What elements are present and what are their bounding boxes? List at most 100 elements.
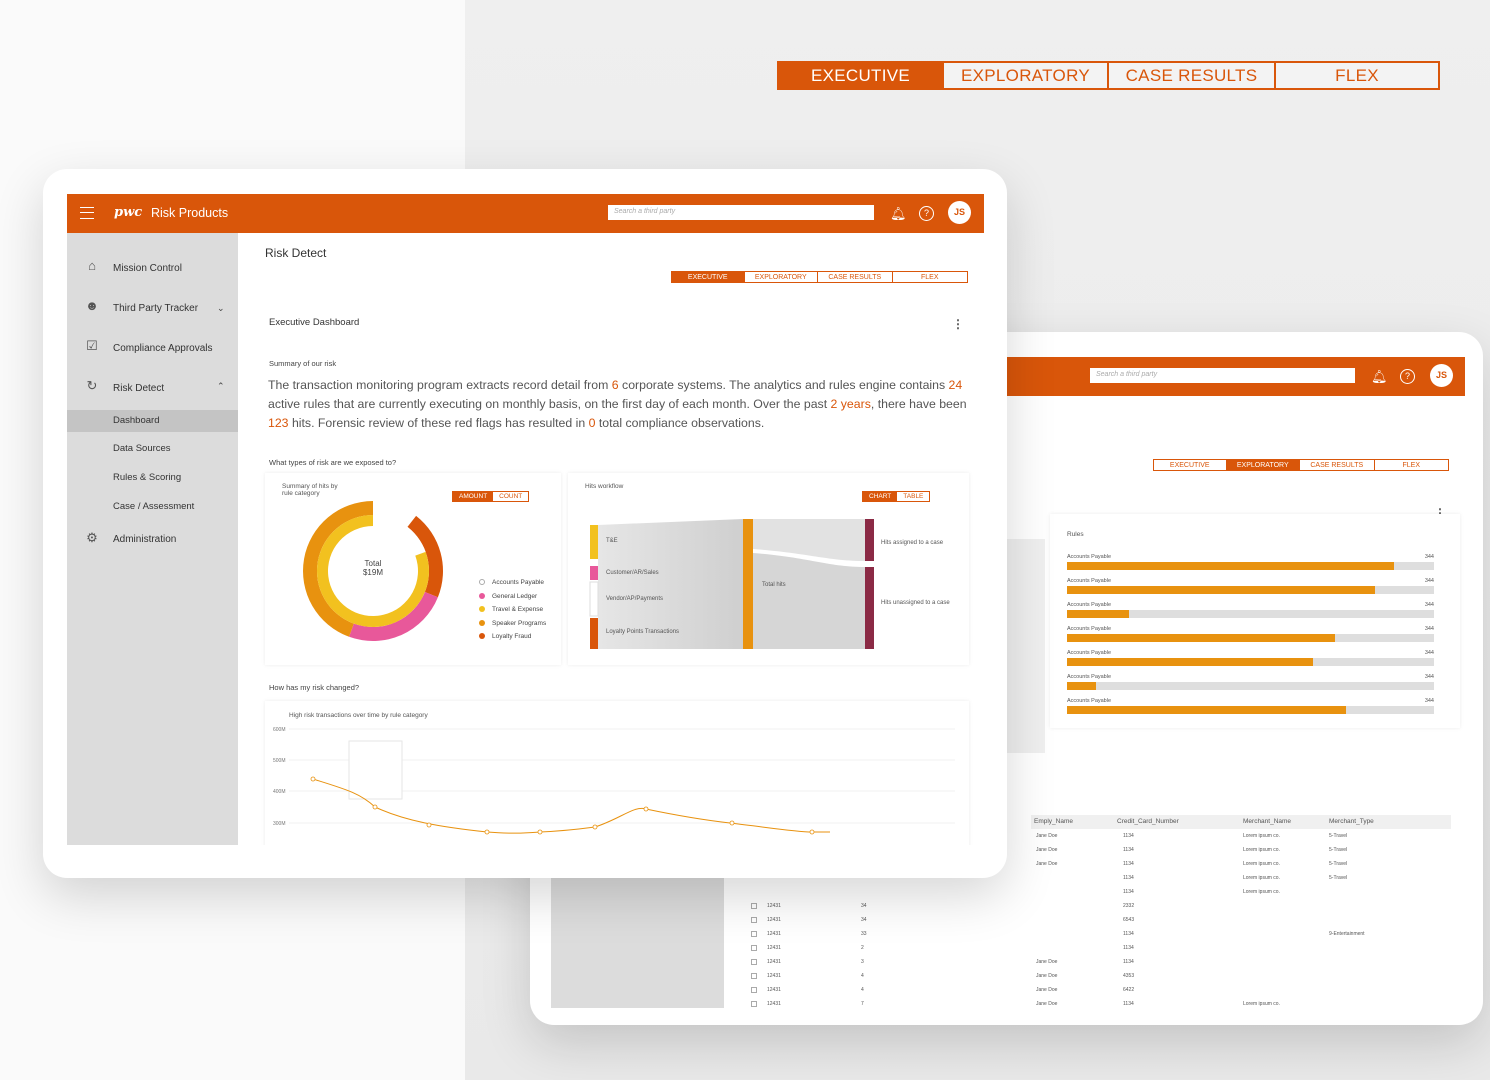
table-row[interactable]: 12431 33 1134 9-Entertainment [721,928,1461,942]
sidebar-subitem-data-sources[interactable]: Data Sources [67,438,238,460]
rule-fill [1067,634,1335,642]
tab-exploratory[interactable]: EXPLORATORY [1226,460,1301,470]
summary-text: , there have been [870,397,967,411]
help-icon[interactable]: ? [1400,369,1415,384]
tab-flex-large[interactable]: FLEX [1276,63,1438,88]
more-icon[interactable]: ⋮ [952,317,964,331]
sidebar-subitem-rules-scoring[interactable]: Rules & Scoring [67,467,238,489]
menu-icon[interactable] [80,207,94,219]
row-checkbox[interactable] [751,903,757,909]
table-row[interactable]: 12431 4 Jane Doe 6422 [721,984,1461,998]
col-emply-name[interactable]: Emply_Name [1034,818,1073,825]
rule-track [1067,682,1434,690]
row-checkbox[interactable] [751,917,757,923]
tab-case-results[interactable]: CASE RESULTS [1300,460,1375,470]
trend-point[interactable] [643,806,649,812]
legend-item[interactable]: Loyalty Fraud [479,632,546,646]
bell-icon[interactable]: 🔔︎ [1371,369,1388,384]
trend-point[interactable] [537,829,543,835]
search-input[interactable]: Search a third party [608,205,874,220]
col-credit-card[interactable]: Credit_Card_Number [1117,818,1179,825]
donut-title: Summary of hits by [282,483,338,490]
tab-executive-large[interactable]: EXECUTIVE [779,63,944,88]
table-cell: 2 [861,945,864,951]
sidebar-item-risk-detect[interactable]: ↻ Risk Detect ⌃ [67,379,238,399]
legend-item[interactable]: Accounts Payable [479,578,546,592]
table-row[interactable]: 12431 2 1134 [721,942,1461,956]
rule-fill [1067,682,1097,690]
tab-exploratory[interactable]: EXPLORATORY [745,272,819,282]
legend-item[interactable]: General Ledger [479,592,546,606]
avatar[interactable]: JS [1430,364,1453,387]
table-row[interactable]: 12431 34 2332 [721,900,1461,914]
sankey-node-unassigned[interactable] [865,567,874,649]
chevron-up-icon[interactable]: ⌃ [217,381,225,392]
tab-executive[interactable]: EXECUTIVE [672,272,745,282]
trend-point[interactable] [372,804,378,810]
tab-flex[interactable]: FLEX [1375,460,1449,470]
question-risk-changed: How has my risk changed? [269,683,360,692]
summary-text: hits. Forensic review of these red flags… [288,416,589,430]
row-checkbox[interactable] [751,973,757,979]
legend-swatch [479,606,485,612]
table-cell: Lorem ipsum co. [1243,889,1280,895]
gear-icon: ⚙ [86,530,98,545]
trend-point[interactable] [592,824,598,830]
sankey-node-customer[interactable] [590,566,598,580]
table-row[interactable]: 12431 7 Jane Doe 1134 Lorem ipsum co. [721,998,1461,1008]
summary-text: The transaction monitoring program extra… [268,378,612,392]
avatar[interactable]: JS [948,201,971,224]
table-row[interactable]: 12431 34 6543 [721,914,1461,928]
sidebar-subitem-case-assessment[interactable]: Case / Assessment [67,496,238,518]
row-checkbox[interactable] [751,959,757,965]
search-input[interactable]: Search a third party [1090,368,1355,383]
help-icon[interactable]: ? [919,206,934,221]
sidebar-item-third-party-tracker[interactable]: ☻ Third Party Tracker ⌄ [67,299,238,319]
sidebar-item-administration[interactable]: ⚙ Administration [67,531,238,551]
trend-point[interactable] [729,820,735,826]
col-merchant-name[interactable]: Merchant_Name [1243,818,1291,825]
row-checkbox[interactable] [751,945,757,951]
trend-point[interactable] [310,776,316,782]
rule-value: 344 [1424,650,1434,656]
tab-flex[interactable]: FLEX [893,272,967,282]
trend-point[interactable] [426,822,432,828]
sankey-node-te[interactable] [590,525,598,559]
table-row[interactable]: 1134 Lorem ipsum co. [721,886,1461,900]
trend-point[interactable] [809,829,815,835]
rule-fill [1067,586,1376,594]
tab-case-results-large[interactable]: CASE RESULTS [1109,63,1276,88]
chevron-down-icon[interactable]: ⌄ [217,303,225,314]
rule-track [1067,562,1434,570]
row-checkbox[interactable] [751,1001,757,1007]
amount-toggle[interactable]: AMOUNT [453,492,494,501]
legend-swatch [479,579,485,585]
tab-executive[interactable]: EXECUTIVE [1154,460,1227,470]
pwc-logo: pwc [114,205,143,220]
sankey-node-loyalty[interactable] [590,618,598,649]
sankey-node-vendor[interactable] [589,581,599,617]
col-merchant-type[interactable]: Merchant_Type [1329,818,1374,825]
trend-point[interactable] [484,829,490,835]
sidebar-item-label: Administration [113,534,177,545]
sankey-label: Vendor/AP/Payments [606,596,663,602]
table-row[interactable]: 12431 4 Jane Doe 4353 [721,970,1461,984]
tab-exploratory-large[interactable]: EXPLORATORY [944,63,1109,88]
amount-count-toggle: AMOUNT COUNT [452,491,530,502]
bell-icon[interactable]: 🔔︎ [890,206,907,221]
count-toggle[interactable]: COUNT [493,492,528,501]
legend-item[interactable]: Speaker Programs [479,619,546,633]
legend-item[interactable]: Travel & Expense [479,605,546,619]
sidebar-item-mission-control[interactable]: ⌂ Mission Control [67,259,238,279]
row-checkbox[interactable] [751,931,757,937]
sidebar-item-compliance-approvals[interactable]: ☑ Compliance Approvals [67,339,238,359]
table-row[interactable]: 12431 3 Jane Doe 1134 [721,956,1461,970]
sidebar-subitem-dashboard[interactable]: Dashboard [67,410,238,432]
sankey-node-assigned[interactable] [865,519,874,561]
tab-case-results[interactable]: CASE RESULTS [818,272,893,282]
row-checkbox[interactable] [751,987,757,993]
system-count: 6 [611,378,619,392]
view-tabs: EXECUTIVE EXPLORATORY CASE RESULTS FLEX [1153,459,1449,471]
sankey-node-total[interactable] [743,519,753,649]
sidebar-item-label: Mission Control [113,263,182,274]
